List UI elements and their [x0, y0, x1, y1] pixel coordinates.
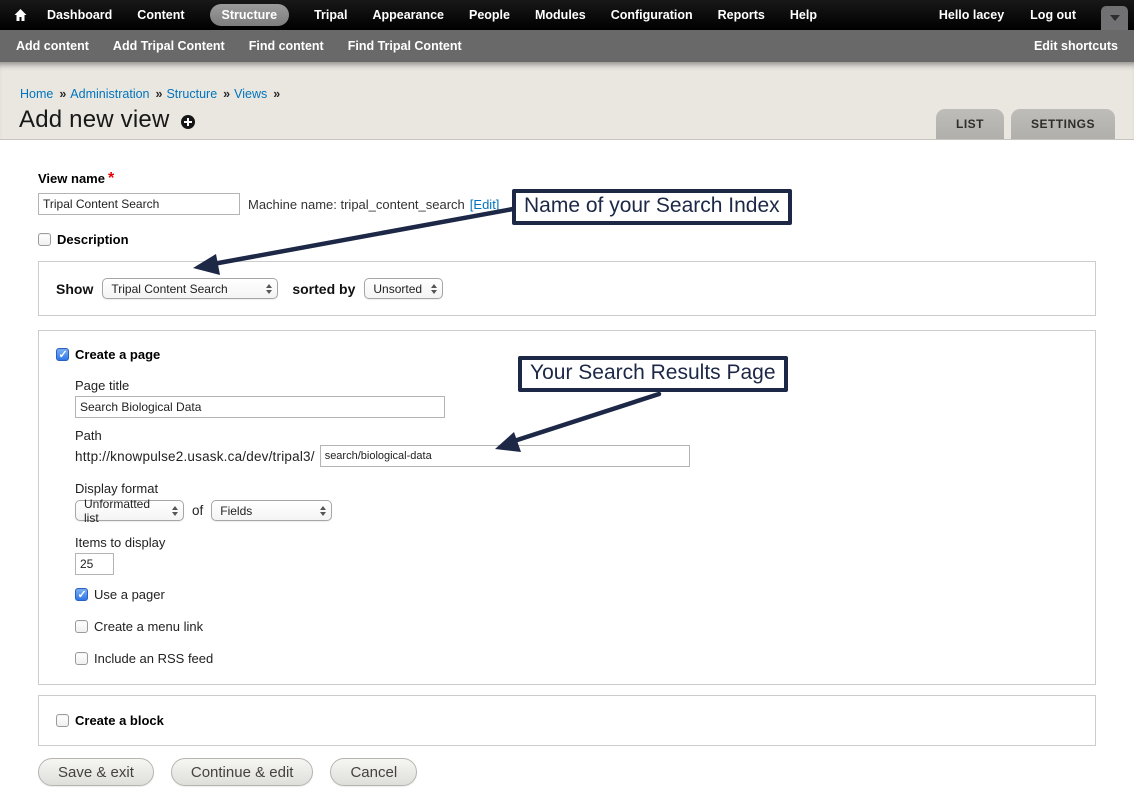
view-form: View name* Machine name: tripal_content_… — [0, 140, 1134, 786]
action-button[interactable]: Cancel — [330, 758, 417, 786]
admin-menu-item[interactable]: Modules — [535, 8, 586, 22]
show-select[interactable]: Tripal Content Search — [102, 278, 278, 299]
admin-menu-item[interactable]: Tripal — [314, 8, 347, 22]
breadcrumb-separator: » — [223, 87, 230, 101]
description-checkbox[interactable] — [38, 233, 51, 246]
shortcut-item[interactable]: Find Tripal Content — [348, 39, 462, 53]
action-button[interactable]: Save & exit — [38, 758, 154, 786]
create-page-label: Create a page — [75, 347, 160, 362]
create-page-checkbox[interactable] — [56, 348, 69, 361]
breadcrumb-link[interactable]: Views — [234, 87, 267, 101]
breadcrumb-separator: » — [59, 87, 66, 101]
header-tabs: LISTSETTINGS — [936, 109, 1115, 139]
display-format-connector: of — [192, 503, 203, 518]
admin-menu-item[interactable]: Dashboard — [47, 8, 112, 22]
menu-link-label: Create a menu link — [94, 619, 203, 634]
items-to-display-label: Items to display — [75, 535, 1078, 550]
shortcut-bar: Add content Add Tripal Content Find conten… — [0, 30, 1134, 62]
view-name-input[interactable] — [38, 193, 240, 215]
shortcut-item[interactable]: Add content — [16, 39, 89, 53]
rss-feed-label: Include an RSS feed — [94, 651, 213, 666]
admin-menu-item[interactable]: Reports — [718, 8, 765, 22]
action-button[interactable]: Continue & edit — [171, 758, 314, 786]
admin-menu-item[interactable]: Content — [137, 8, 184, 22]
admin-menu-item[interactable]: People — [469, 8, 510, 22]
path-label: Path — [75, 428, 1078, 443]
breadcrumb-separator: » — [273, 87, 280, 101]
items-to-display-input[interactable] — [75, 553, 114, 575]
create-block-label: Create a block — [75, 713, 164, 728]
admin-menu-item[interactable]: Help — [790, 8, 817, 22]
user-greeting: Hello lacey — [939, 8, 1004, 22]
header-tab[interactable]: LIST — [936, 109, 1004, 139]
use-pager-checkbox[interactable] — [75, 588, 88, 601]
select-arrows-icon — [172, 506, 178, 516]
annotation-name-index: Name of your Search Index — [512, 189, 792, 225]
sorted-by-label: sorted by — [292, 281, 355, 297]
breadcrumb-link[interactable]: Structure — [166, 87, 217, 101]
edit-shortcuts-link[interactable]: Edit shortcuts — [1034, 39, 1118, 53]
show-settings-box: Show Tripal Content Search sorted by Uns… — [38, 261, 1096, 316]
breadcrumb-separator: » — [156, 87, 163, 101]
breadcrumb: Home»Administration»Structure»Views» — [0, 62, 1134, 101]
admin-menu-item[interactable]: Structure — [210, 4, 290, 26]
chevron-down-icon — [1110, 15, 1120, 21]
page-title-input[interactable] — [75, 396, 445, 418]
home-icon[interactable] — [14, 9, 27, 21]
rss-feed-checkbox[interactable] — [75, 652, 88, 665]
machine-name-text: Machine name: tripal_content_search — [248, 197, 465, 212]
breadcrumb-link[interactable]: Home — [20, 87, 53, 101]
create-block-checkbox[interactable] — [56, 714, 69, 727]
breadcrumb-link[interactable]: Administration — [70, 87, 149, 101]
add-new-view-page: Dashboard Content Structure Tripal Appearanc… — [0, 0, 1134, 806]
required-asterisk: * — [108, 170, 114, 187]
machine-name-edit-link[interactable]: [Edit] — [470, 197, 500, 212]
view-name-label: View name — [38, 171, 105, 186]
header-tab[interactable]: SETTINGS — [1011, 109, 1115, 139]
path-input[interactable] — [320, 445, 690, 467]
description-label: Description — [57, 232, 129, 247]
page-title: Add new view — [19, 106, 169, 134]
shortcut-menu: Add content Add Tripal Content Find conten… — [16, 39, 462, 53]
admin-menu-item[interactable]: Configuration — [611, 8, 693, 22]
admin-menu: Dashboard Content Structure Tripal Appearanc… — [47, 4, 817, 26]
annotation-results-page: Your Search Results Page — [518, 356, 788, 392]
select-arrows-icon — [266, 284, 272, 294]
contextual-help-icon[interactable] — [181, 115, 195, 129]
shortcut-item[interactable]: Find content — [249, 39, 324, 53]
toolbar-toggle-button[interactable] — [1101, 6, 1128, 30]
form-actions: Save & exit Continue & edit Cancel — [38, 758, 1096, 786]
menu-link-checkbox[interactable] — [75, 620, 88, 633]
select-arrows-icon — [431, 284, 437, 294]
display-format-of-select[interactable]: Fields — [211, 500, 332, 521]
create-block-box: Create a block — [38, 695, 1096, 746]
shortcut-item[interactable]: Add Tripal Content — [113, 39, 225, 53]
logout-link[interactable]: Log out — [1030, 8, 1076, 22]
sorted-by-select[interactable]: Unsorted — [364, 278, 443, 299]
admin-toolbar: Dashboard Content Structure Tripal Appearanc… — [0, 0, 1134, 30]
admin-menu-item[interactable]: Appearance — [372, 8, 444, 22]
select-arrows-icon — [320, 506, 326, 516]
display-format-select[interactable]: Unformatted list — [75, 500, 184, 521]
show-label: Show — [56, 281, 93, 297]
page-header: Home»Administration»Structure»Views» Add… — [0, 62, 1134, 140]
display-format-label: Display format — [75, 481, 1078, 496]
use-pager-label: Use a pager — [94, 587, 165, 602]
path-url-prefix: http://knowpulse2.usask.ca/dev/tripal3/ — [75, 449, 315, 464]
